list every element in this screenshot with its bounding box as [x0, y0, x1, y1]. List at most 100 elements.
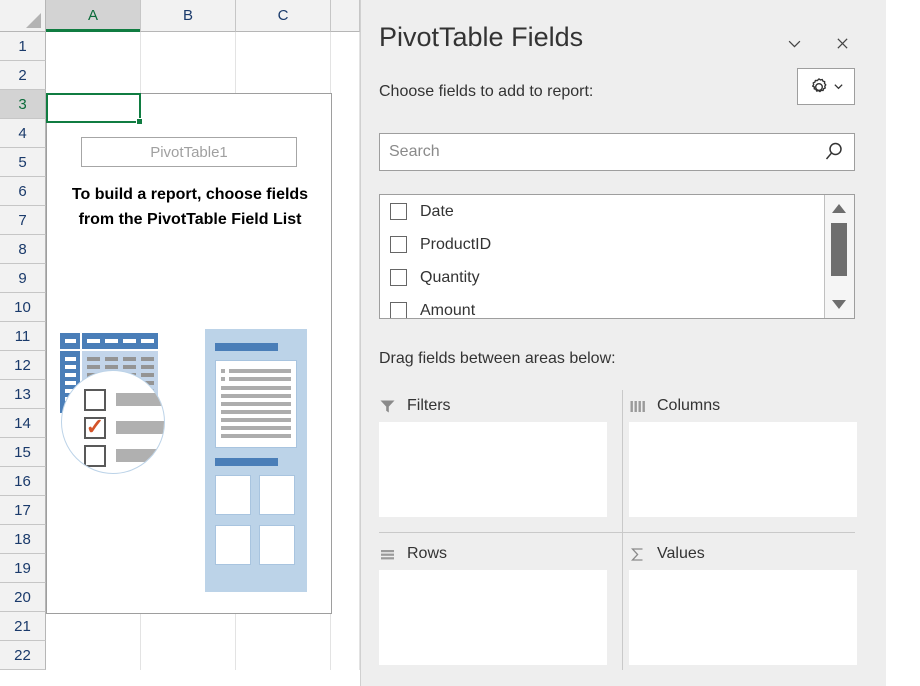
grid-cell[interactable]: [331, 293, 360, 322]
pivottable-placeholder[interactable]: PivotTable1 To build a report, choose fi…: [46, 93, 332, 614]
values-drop-zone[interactable]: [629, 570, 857, 665]
grid-row: [46, 61, 360, 90]
magnifier-illustration: ✓: [61, 370, 165, 474]
selected-cell-a3[interactable]: [46, 93, 143, 125]
columns-drop-zone[interactable]: [629, 422, 857, 517]
field-list-item[interactable]: ProductID: [380, 228, 854, 261]
search-input[interactable]: Search: [380, 143, 814, 161]
sigma-icon: [631, 547, 643, 561]
grid-cell[interactable]: [331, 409, 360, 438]
column-header-partial[interactable]: [331, 0, 360, 32]
scroll-down-arrow-icon[interactable]: [832, 300, 846, 309]
row-header-5[interactable]: 5: [0, 148, 46, 177]
row-header-7[interactable]: 7: [0, 206, 46, 235]
row-header-3[interactable]: 3: [0, 90, 46, 119]
row-header-4[interactable]: 4: [0, 119, 46, 148]
columns-icon: [630, 400, 645, 412]
grid-cell[interactable]: [331, 380, 360, 409]
fill-handle[interactable]: [136, 118, 143, 125]
row-header-15[interactable]: 15: [0, 438, 46, 467]
row-header-22[interactable]: 22: [0, 641, 46, 670]
grid-cell[interactable]: [331, 641, 360, 670]
grid-cell[interactable]: [331, 496, 360, 525]
pane-tools-button[interactable]: [797, 68, 855, 105]
grid-cell[interactable]: [331, 206, 360, 235]
grid-cell[interactable]: [331, 32, 360, 61]
row-header-13[interactable]: 13: [0, 380, 46, 409]
field-list-item[interactable]: Date: [380, 195, 854, 228]
grid-cell[interactable]: [236, 641, 331, 670]
field-checkbox[interactable]: [390, 203, 407, 220]
row-header-18[interactable]: 18: [0, 525, 46, 554]
field-list-scrollbar[interactable]: [824, 195, 854, 318]
grid-cell[interactable]: [331, 90, 360, 119]
grid-cell[interactable]: [331, 467, 360, 496]
grid-cell[interactable]: [331, 61, 360, 90]
search-field[interactable]: Search: [379, 133, 855, 171]
field-checkbox[interactable]: [390, 269, 407, 286]
chevron-down-icon: [834, 84, 843, 90]
row-header-19[interactable]: 19: [0, 554, 46, 583]
row-header-21[interactable]: 21: [0, 612, 46, 641]
rows-drop-zone[interactable]: [379, 570, 607, 665]
grid-cell[interactable]: [331, 554, 360, 583]
row-header-9[interactable]: 9: [0, 264, 46, 293]
grid-cell[interactable]: [141, 641, 236, 670]
row-header-17[interactable]: 17: [0, 496, 46, 525]
grid-cell[interactable]: [331, 583, 360, 612]
field-checkbox[interactable]: [390, 236, 407, 253]
grid-cell[interactable]: [331, 119, 360, 148]
row-header-10[interactable]: 10: [0, 293, 46, 322]
grid-cell[interactable]: [331, 612, 360, 641]
checkmark-icon: ✓: [85, 414, 105, 439]
grid-cell[interactable]: [46, 612, 141, 641]
field-list[interactable]: Date ProductID Quantity Amount: [379, 194, 855, 319]
search-icon[interactable]: [814, 140, 854, 164]
row-header-16[interactable]: 16: [0, 467, 46, 496]
filters-drop-zone[interactable]: [379, 422, 607, 517]
close-pane-button[interactable]: [825, 26, 859, 60]
row-header-11[interactable]: 11: [0, 322, 46, 351]
grid-cell[interactable]: [331, 438, 360, 467]
grid-cell[interactable]: [46, 641, 141, 670]
row-header-1[interactable]: 1: [0, 32, 46, 61]
grid-cell[interactable]: [331, 351, 360, 380]
scrollbar-thumb[interactable]: [831, 223, 847, 276]
grid-cell[interactable]: [331, 264, 360, 293]
field-list-item[interactable]: Amount: [380, 294, 854, 318]
column-header-b[interactable]: B: [141, 0, 236, 32]
column-header-a[interactable]: A: [46, 0, 141, 32]
grid-cell[interactable]: [331, 235, 360, 264]
worksheet-grid[interactable]: ABC 1 2 3 4 5 6 7 8 9 10 11 12 13 14 15 16 17 18 19 20 21 22 …: [0, 0, 360, 686]
grid-cell[interactable]: [46, 32, 141, 61]
row-header-2[interactable]: 2: [0, 61, 46, 90]
field-checkbox[interactable]: [390, 302, 407, 318]
area-values[interactable]: Values: [629, 538, 865, 673]
row-header-12[interactable]: 12: [0, 351, 46, 380]
area-filters[interactable]: Filters: [379, 390, 615, 525]
grid-cell[interactable]: [46, 61, 141, 90]
row-header-14[interactable]: 14: [0, 409, 46, 438]
grid-cell[interactable]: [331, 148, 360, 177]
choose-fields-label: Choose fields to add to report:: [379, 83, 594, 100]
column-header-c[interactable]: C: [236, 0, 331, 32]
select-all-corner[interactable]: [0, 0, 46, 32]
grid-cell[interactable]: [236, 61, 331, 90]
scroll-up-arrow-icon[interactable]: [832, 204, 846, 213]
area-columns[interactable]: Columns: [629, 390, 865, 525]
grid-cell[interactable]: [331, 525, 360, 554]
grid-cell[interactable]: [141, 32, 236, 61]
area-rows[interactable]: Rows: [379, 538, 615, 673]
grid-cell[interactable]: [236, 32, 331, 61]
row-header-8[interactable]: 8: [0, 235, 46, 264]
grid-cell[interactable]: [331, 322, 360, 351]
grid-cell[interactable]: [141, 61, 236, 90]
grid-cell[interactable]: [141, 612, 236, 641]
grid-cell[interactable]: [331, 177, 360, 206]
collapse-pane-button[interactable]: [777, 26, 811, 60]
row-header-20[interactable]: 20: [0, 583, 46, 612]
area-label: Filters: [407, 397, 451, 414]
field-list-item[interactable]: Quantity: [380, 261, 854, 294]
row-header-6[interactable]: 6: [0, 177, 46, 206]
grid-cell[interactable]: [236, 612, 331, 641]
